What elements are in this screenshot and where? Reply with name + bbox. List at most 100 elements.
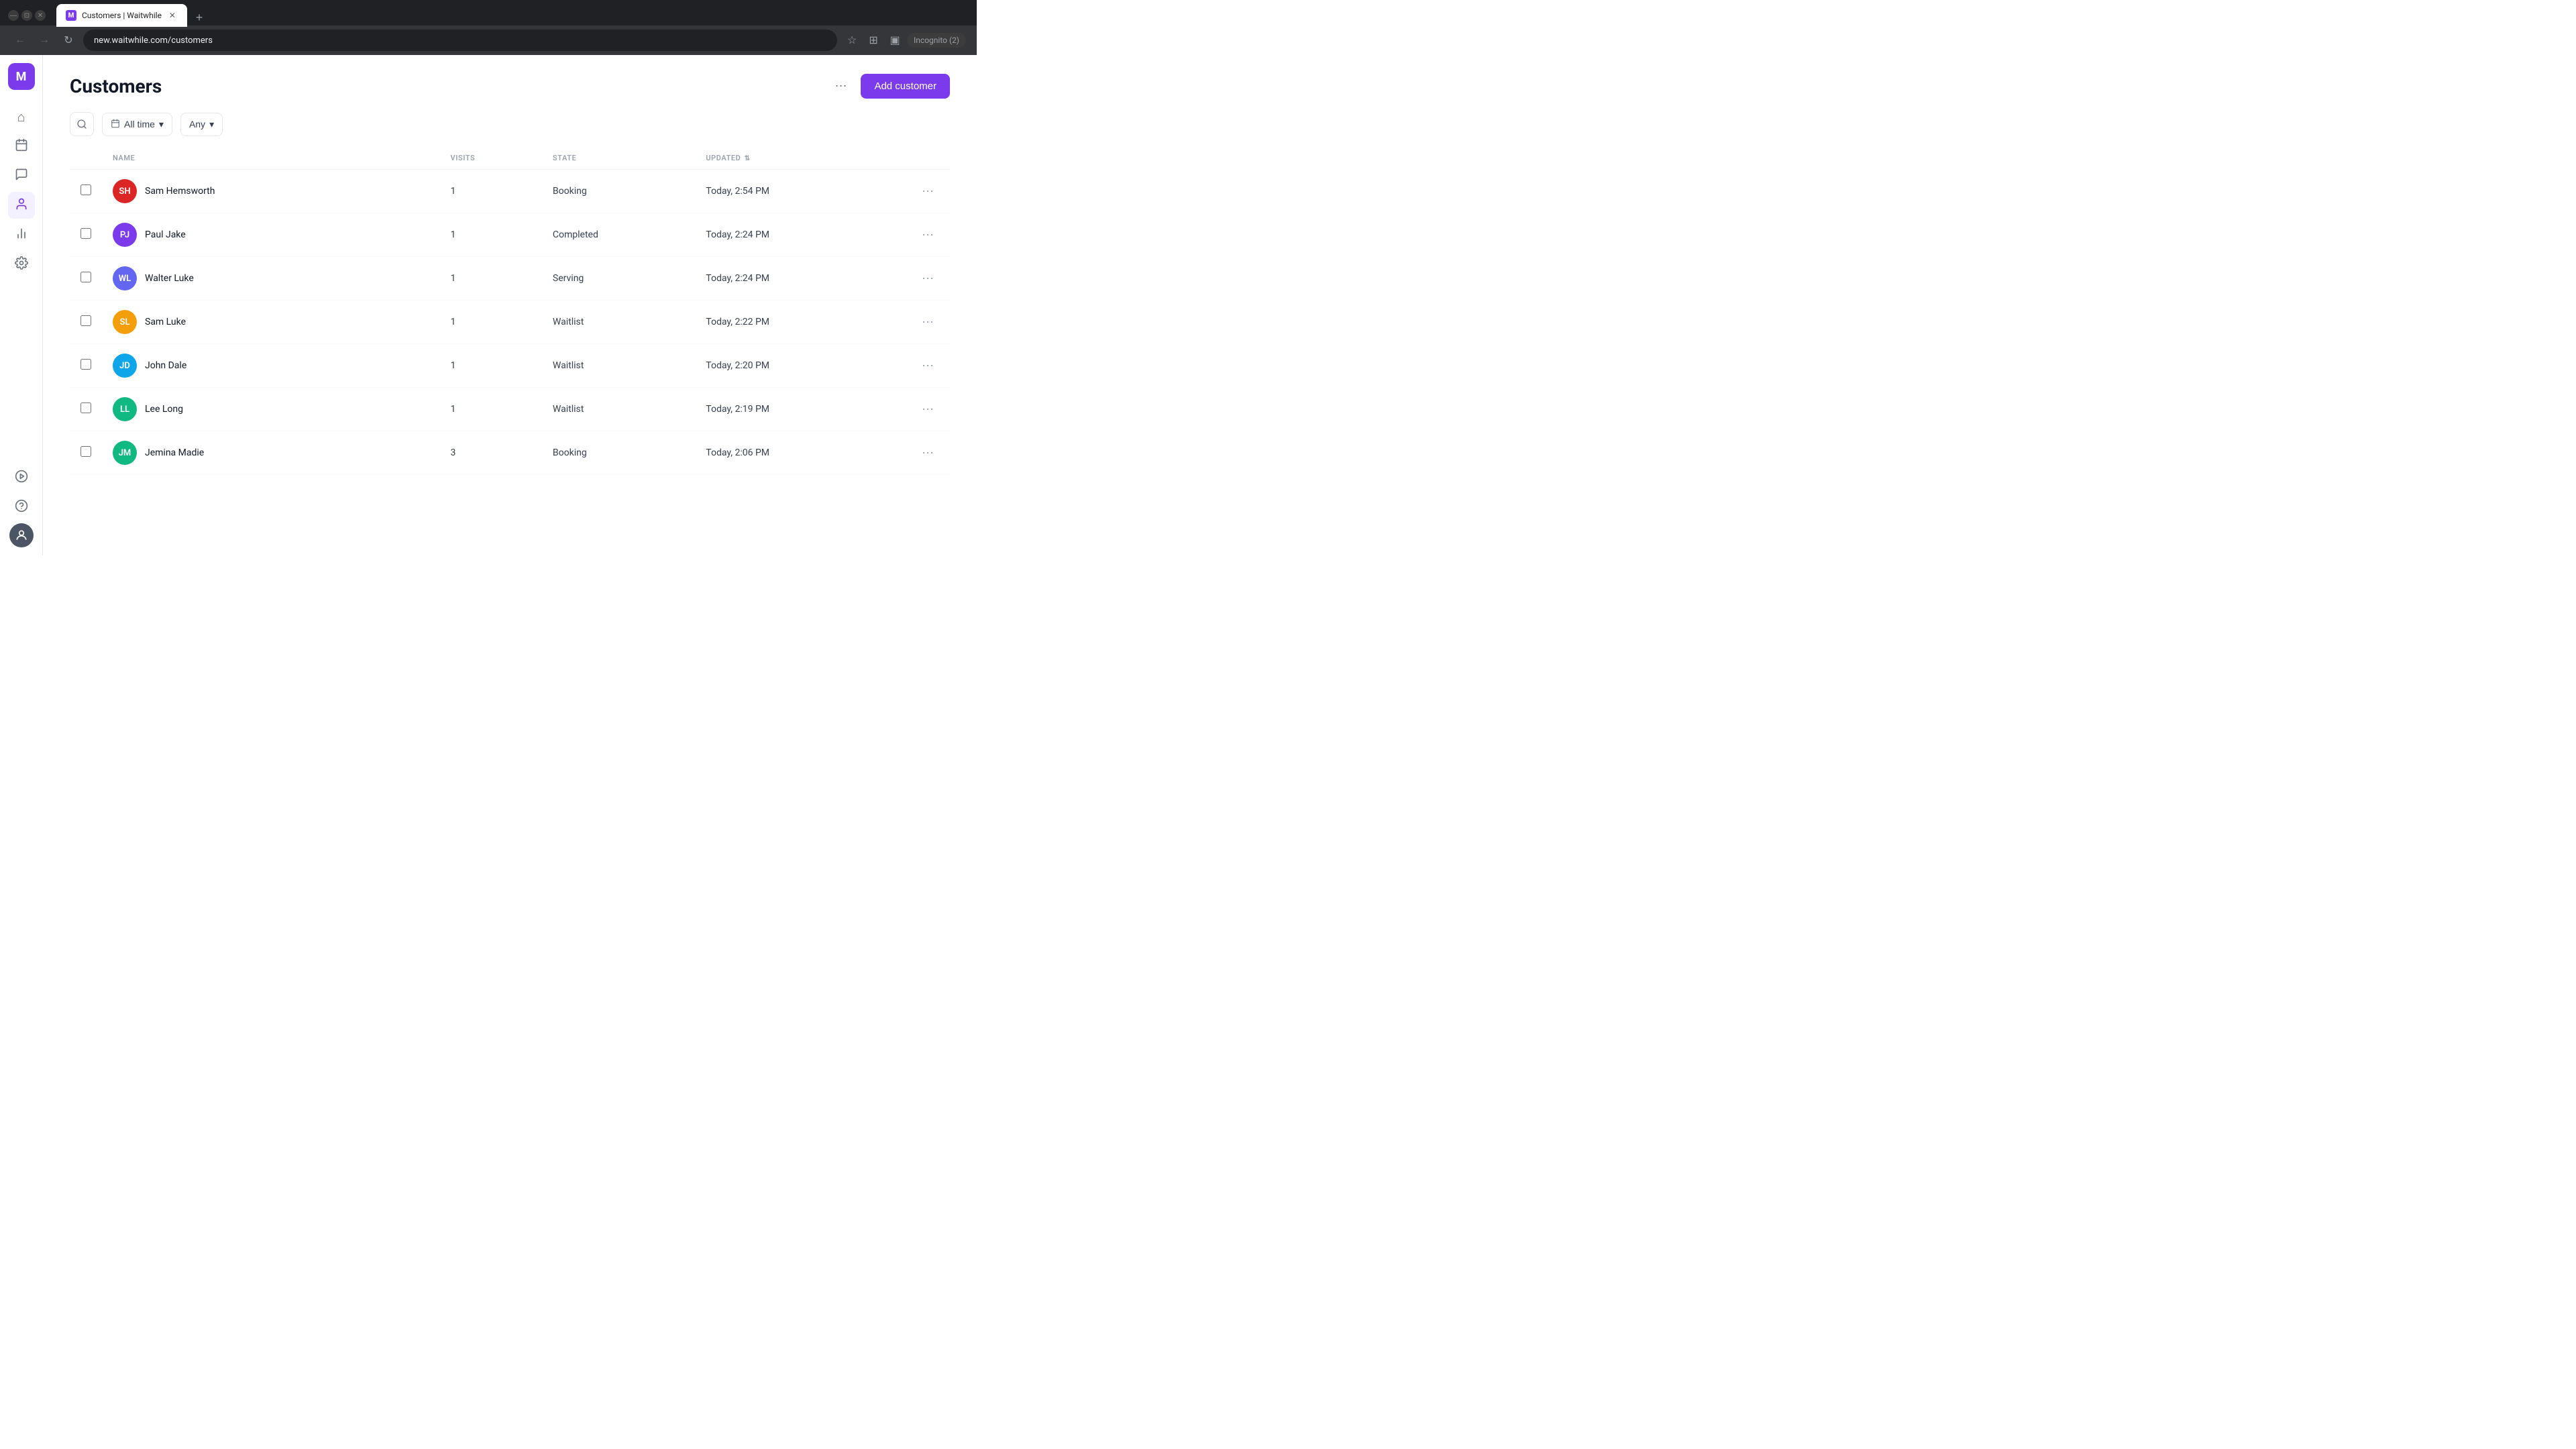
browser-titlebar: — ⊡ ✕ M Customers | Waitwhile ✕ +: [0, 0, 977, 25]
table-row[interactable]: SL Sam Luke 1 Waitlist Today, 2:22 PM ⋯: [70, 301, 950, 344]
split-view-button[interactable]: ▣: [885, 31, 904, 50]
row-visits-cell: 3: [440, 431, 542, 475]
sidebar-item-home[interactable]: ⌂: [8, 103, 35, 130]
integrations-icon: [15, 470, 28, 486]
row-checkbox[interactable]: [80, 228, 91, 239]
table-row[interactable]: JM Jemina Madie 3 Booking Today, 2:06 PM…: [70, 431, 950, 475]
row-more-button[interactable]: ⋯: [916, 313, 939, 332]
updated-column-header[interactable]: UPDATED ⇅: [695, 147, 898, 170]
analytics-icon: [15, 227, 28, 244]
browser-toolbar-icons: ☆ ⊞ ▣ Incognito (2): [843, 31, 966, 50]
customers-table: NAME VISITS STATE UPDATED ⇅: [70, 147, 950, 475]
row-name-cell: WL Walter Luke: [102, 257, 440, 301]
row-visits-cell: 1: [440, 388, 542, 431]
customer-avatar: PJ: [113, 223, 137, 247]
row-actions-cell: ⋯: [898, 301, 950, 344]
row-checkbox[interactable]: [80, 272, 91, 282]
customer-name: Sam Luke: [145, 317, 186, 327]
row-more-button[interactable]: ⋯: [916, 443, 939, 463]
row-state-cell: Completed: [542, 213, 695, 257]
sidebar-item-analytics[interactable]: [8, 221, 35, 248]
customer-avatar: JM: [113, 441, 137, 465]
row-actions-cell: ⋯: [898, 388, 950, 431]
row-more-button[interactable]: ⋯: [916, 356, 939, 376]
user-avatar[interactable]: [9, 523, 34, 547]
row-actions-cell: ⋯: [898, 344, 950, 388]
row-name-cell: SL Sam Luke: [102, 301, 440, 344]
sidebar-item-customers[interactable]: [8, 192, 35, 219]
row-checkbox[interactable]: [80, 184, 91, 195]
forward-button[interactable]: →: [35, 31, 54, 50]
back-button[interactable]: ←: [11, 31, 30, 50]
new-tab-button[interactable]: +: [190, 8, 209, 27]
address-bar-row: ← → ↻ new.waitwhile.com/customers ☆ ⊞ ▣ …: [0, 25, 977, 55]
time-filter-chevron-icon: ▾: [159, 119, 164, 130]
customer-name: John Dale: [145, 360, 186, 371]
sidebar-item-help[interactable]: [8, 494, 35, 521]
row-checkbox-cell: [70, 344, 102, 388]
address-text: new.waitwhile.com/customers: [94, 36, 213, 46]
chat-icon: [15, 168, 28, 184]
row-checkbox-cell: [70, 301, 102, 344]
customer-avatar: WL: [113, 266, 137, 290]
row-checkbox[interactable]: [80, 402, 91, 413]
search-button[interactable]: [70, 112, 94, 136]
any-filter-label: Any: [189, 119, 205, 129]
row-updated-cell: Today, 2:54 PM: [695, 170, 898, 213]
incognito-badge[interactable]: Incognito (2): [907, 33, 966, 48]
customer-name: Jemina Madie: [145, 447, 204, 458]
reload-button[interactable]: ↻: [59, 31, 78, 50]
bookmark-button[interactable]: ☆: [843, 31, 861, 50]
row-checkbox-cell: [70, 170, 102, 213]
filters-row: All time ▾ Any ▾: [70, 112, 950, 136]
active-tab[interactable]: M Customers | Waitwhile ✕: [56, 4, 187, 27]
any-filter-chevron-icon: ▾: [209, 119, 214, 130]
page-title: Customers: [70, 75, 162, 97]
more-options-button[interactable]: ⋯: [828, 74, 853, 99]
row-visits-cell: 1: [440, 301, 542, 344]
sidebar-item-settings[interactable]: [8, 251, 35, 278]
row-more-button[interactable]: ⋯: [916, 400, 939, 419]
row-updated-cell: Today, 2:22 PM: [695, 301, 898, 344]
add-customer-button[interactable]: Add customer: [861, 74, 950, 99]
sidebar-item-chat[interactable]: [8, 162, 35, 189]
customer-avatar: LL: [113, 397, 137, 421]
close-window-button[interactable]: ✕: [35, 10, 46, 21]
any-filter-dropdown[interactable]: Any ▾: [180, 113, 223, 136]
browser-chrome: — ⊡ ✕ M Customers | Waitwhile ✕ + ← → ↻ …: [0, 0, 977, 55]
time-filter-label: All time: [124, 119, 155, 129]
row-state-cell: Booking: [542, 170, 695, 213]
address-bar[interactable]: new.waitwhile.com/customers: [83, 30, 837, 51]
customers-icon: [15, 197, 28, 214]
state-column-header: STATE: [542, 147, 695, 170]
row-updated-cell: Today, 2:24 PM: [695, 213, 898, 257]
table-row[interactable]: WL Walter Luke 1 Serving Today, 2:24 PM …: [70, 257, 950, 301]
table-row[interactable]: LL Lee Long 1 Waitlist Today, 2:19 PM ⋯: [70, 388, 950, 431]
header-actions: ⋯ Add customer: [828, 74, 950, 99]
help-icon: [15, 499, 28, 516]
row-checkbox[interactable]: [80, 446, 91, 457]
row-more-button[interactable]: ⋯: [916, 269, 939, 288]
row-more-button[interactable]: ⋯: [916, 182, 939, 201]
close-tab-button[interactable]: ✕: [167, 10, 178, 21]
maximize-button[interactable]: ⊡: [21, 10, 32, 21]
row-more-button[interactable]: ⋯: [916, 225, 939, 245]
minimize-button[interactable]: —: [8, 10, 19, 21]
row-state-cell: Waitlist: [542, 301, 695, 344]
row-checkbox[interactable]: [80, 359, 91, 370]
extensions-button[interactable]: ⊞: [864, 31, 883, 50]
sidebar-item-calendar[interactable]: [8, 133, 35, 160]
table-row[interactable]: PJ Paul Jake 1 Completed Today, 2:24 PM …: [70, 213, 950, 257]
sidebar-item-integrations[interactable]: [8, 464, 35, 491]
sidebar-logo[interactable]: M: [8, 63, 35, 90]
table-row[interactable]: SH Sam Hemsworth 1 Booking Today, 2:54 P…: [70, 170, 950, 213]
row-state-cell: Serving: [542, 257, 695, 301]
row-name-cell: SH Sam Hemsworth: [102, 170, 440, 213]
customer-name: Paul Jake: [145, 229, 186, 240]
row-checkbox[interactable]: [80, 315, 91, 326]
table-row[interactable]: JD John Dale 1 Waitlist Today, 2:20 PM ⋯: [70, 344, 950, 388]
time-filter-dropdown[interactable]: All time ▾: [102, 113, 172, 136]
row-state-cell: Waitlist: [542, 388, 695, 431]
row-checkbox-cell: [70, 257, 102, 301]
customer-avatar: JD: [113, 354, 137, 378]
